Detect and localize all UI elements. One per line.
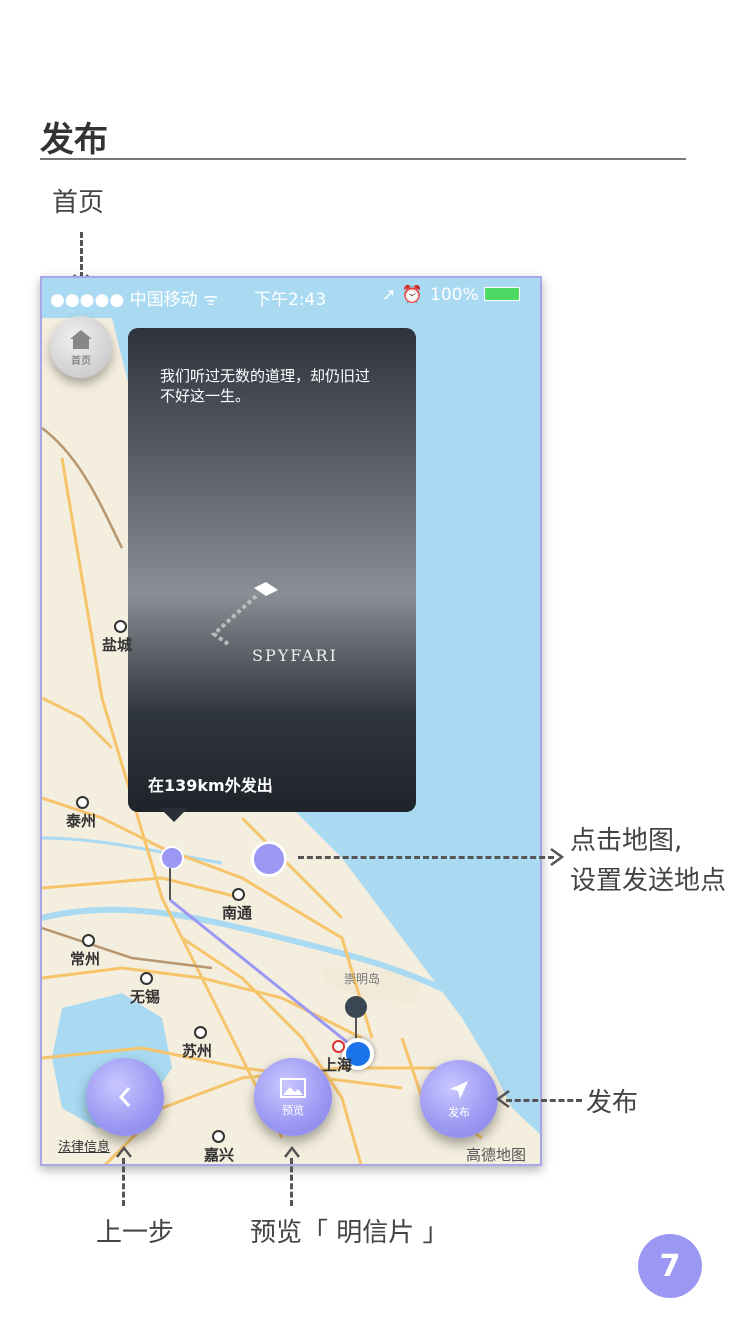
annotation-arrow-preview (290, 1158, 293, 1206)
arrow-up-icon (116, 1146, 132, 1158)
city-marker (82, 934, 95, 947)
origin-pin-stem (169, 868, 171, 900)
annotation-arrow-back (122, 1158, 125, 1206)
city-marker (114, 620, 127, 633)
city-label-nantong: 南通 (222, 904, 253, 922)
city-marker (140, 972, 153, 985)
title-divider (40, 158, 686, 160)
city-label-chongming: 崇明岛 (344, 972, 381, 986)
city-marker (332, 1040, 345, 1053)
home-button[interactable]: 首页 (50, 316, 112, 378)
preview-button[interactable]: 预览 (254, 1058, 332, 1136)
city-label-wuxi: 无锡 (130, 988, 161, 1006)
city-marker (232, 888, 245, 901)
postcard-card[interactable]: 我们听过无数的道理，却仍旧过不好这一生。 SPYFARI 在139km外发出 (128, 328, 416, 812)
city-label-changzhou: 常州 (70, 950, 101, 968)
location-arrow-icon: ➚ ⏰ (382, 285, 423, 305)
city-marker (194, 1026, 207, 1039)
arrow-right-icon (550, 848, 564, 866)
status-time: 下午2:43 (254, 290, 327, 310)
annotation-tap-map-line1: 点击地图, (570, 826, 683, 856)
carrier-signal: ●●●●● 中国移动 ᯤ (50, 290, 219, 310)
page-title: 发布 (40, 120, 108, 160)
postcard-pointer (160, 808, 188, 822)
page-number-badge: 7 (638, 1234, 702, 1298)
chevron-left-icon (118, 1087, 131, 1107)
annotation-arrow-publish (506, 1099, 582, 1102)
home-button-label: 首页 (71, 355, 91, 367)
city-label-shanghai: 上海 (322, 1056, 353, 1074)
current-location-pin (345, 996, 367, 1018)
back-button[interactable] (86, 1058, 164, 1136)
publish-button-label: 发布 (448, 1105, 470, 1119)
postcard-distance: 在139km外发出 (148, 776, 273, 795)
send-icon (450, 1080, 468, 1099)
annotation-tap-map-line2: 设置发送地点 (570, 866, 727, 896)
home-icon (70, 329, 92, 349)
annotation-publish: 发布 (586, 1088, 639, 1118)
publish-button[interactable]: 发布 (420, 1060, 498, 1138)
paper-plane-logo-icon (210, 582, 278, 646)
arrow-up-icon (284, 1146, 300, 1158)
city-marker (212, 1130, 225, 1143)
legal-info-link[interactable]: 法律信息 (58, 1136, 110, 1155)
postcard-brand: SPYFARI (252, 646, 338, 665)
battery-percent: 100% (430, 285, 479, 305)
phone-screen: ●●●●● 中国移动 ᯤ 下午2:43 ➚ ⏰ 100% 首页 我们听过无数的道… (40, 276, 542, 1166)
city-label-yancheng: 盐城 (102, 636, 133, 654)
postcard-quote: 我们听过无数的道理，却仍旧过不好这一生。 (160, 367, 371, 405)
preview-button-label: 预览 (282, 1103, 304, 1117)
city-label-taizhou: 泰州 (66, 812, 97, 830)
image-icon (280, 1077, 306, 1098)
destination-marker[interactable] (251, 841, 287, 877)
battery-icon (484, 287, 520, 301)
city-marker (76, 796, 89, 809)
origin-pin (160, 846, 184, 870)
annotation-arrow-map (298, 856, 554, 859)
city-label-jiaxing: 嘉兴 (204, 1146, 235, 1164)
annotation-home: 首页 (52, 188, 105, 218)
city-label-suzhou: 苏州 (182, 1042, 213, 1060)
map-provider: 高德地图 (466, 1146, 527, 1164)
annotation-preview: 预览「 明信片 」 (250, 1218, 449, 1248)
annotation-arrow-home (80, 232, 83, 278)
annotation-back: 上一步 (96, 1218, 175, 1248)
status-bar: ●●●●● 中国移动 ᯤ 下午2:43 ➚ ⏰ 100% (42, 278, 540, 312)
